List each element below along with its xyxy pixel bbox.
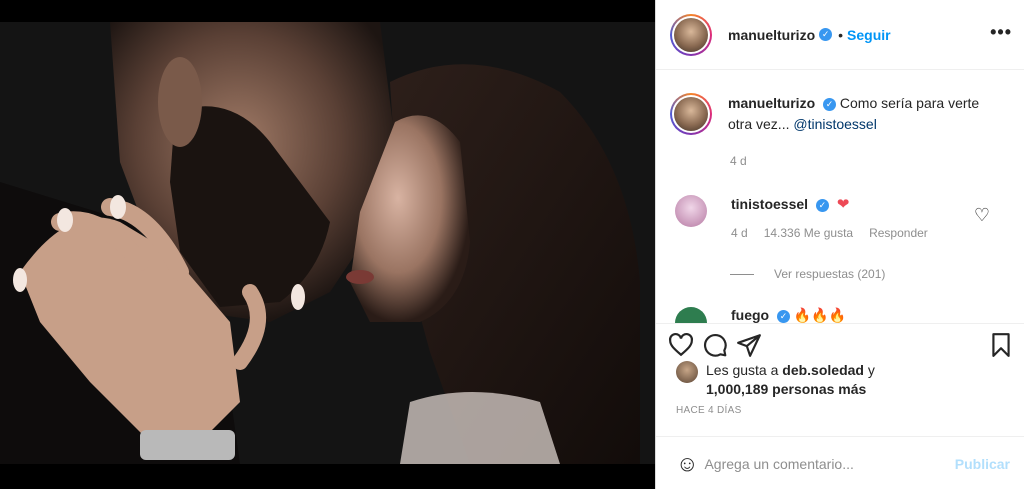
post-panel: manuelturizo ✓ • Seguir ••• manuelturizo… (655, 0, 1024, 489)
liker-avatar[interactable] (676, 361, 698, 383)
commenter-avatar[interactable] (675, 307, 707, 323)
replies-divider (730, 273, 754, 275)
likes-count[interactable]: 1,000,189 personas más (706, 381, 866, 397)
verified-icon: ✓ (815, 198, 829, 212)
reply-button[interactable]: Responder (869, 226, 928, 240)
caption-avatar[interactable] (670, 93, 712, 135)
like-comment-icon[interactable]: ♡ (974, 205, 990, 226)
caption-time: 4 d (730, 154, 747, 168)
separator-dot: • (838, 26, 844, 43)
view-replies-button[interactable]: Ver respuestas (201) (730, 267, 885, 281)
comments-list[interactable]: manuelturizo ✓ Como sería para verte otr… (656, 71, 1024, 323)
post-timestamp: HACE 4 DÍAS (676, 405, 742, 416)
verified-icon: ✓ (823, 97, 837, 111)
comment-likes-count[interactable]: 14.336 Me gusta (764, 226, 853, 240)
verified-icon: ✓ (777, 309, 790, 323)
author-username[interactable]: manuelturizo (728, 27, 815, 43)
likes-summary: Les gusta a deb.soledad y 1,000,189 pers… (676, 361, 875, 399)
likes-suffix: y (863, 362, 875, 378)
emoji-icon[interactable]: ☺ (676, 451, 698, 477)
share-icon[interactable] (736, 332, 762, 358)
action-icons (668, 332, 762, 358)
comment-icon[interactable] (702, 332, 728, 358)
post-caption: manuelturizo ✓ Como sería para verte otr… (670, 93, 988, 135)
commenter-username[interactable]: tinistoessel (731, 196, 808, 212)
mention-link[interactable]: @tinistoessel (793, 116, 876, 132)
likes-prefix: Les gusta a (706, 362, 783, 378)
post-image (0, 22, 655, 464)
follow-button[interactable]: Seguir (847, 27, 891, 43)
caption-text: manuelturizo ✓ Como sería para verte otr… (728, 93, 988, 135)
comment-text: 🔥🔥🔥 (793, 307, 847, 323)
comment-heart-emoji: ❤ (836, 196, 850, 213)
like-icon[interactable] (668, 332, 694, 358)
view-replies-label: Ver respuestas (201) (774, 267, 886, 281)
comment-input[interactable] (704, 455, 955, 472)
more-options-icon[interactable]: ••• (990, 22, 1012, 43)
caption-username[interactable]: manuelturizo (728, 95, 815, 111)
save-icon[interactable] (988, 332, 1014, 358)
liker-username[interactable]: deb.soledad (782, 362, 864, 378)
post-header: manuelturizo ✓ • Seguir ••• (656, 0, 1024, 70)
commenter-username[interactable]: fuego (731, 307, 769, 323)
comment-item: tinistoessel ✓ ❤ 4 d 14.336 Me gusta Res… (670, 195, 1010, 240)
verified-icon: ✓ (819, 28, 833, 41)
commenter-avatar[interactable] (675, 195, 707, 227)
post-actions: Les gusta a deb.soledad y 1,000,189 pers… (656, 323, 1024, 489)
publish-button[interactable]: Publicar (955, 456, 1010, 472)
comment-item: fuego ✓ 🔥🔥🔥 (670, 307, 1010, 323)
post-photo[interactable] (0, 22, 655, 464)
comment-time: 4 d (731, 226, 748, 240)
author-avatar[interactable] (670, 13, 712, 56)
add-comment-bar: ☺ Publicar (656, 436, 1024, 489)
photo-viewer (0, 0, 655, 489)
